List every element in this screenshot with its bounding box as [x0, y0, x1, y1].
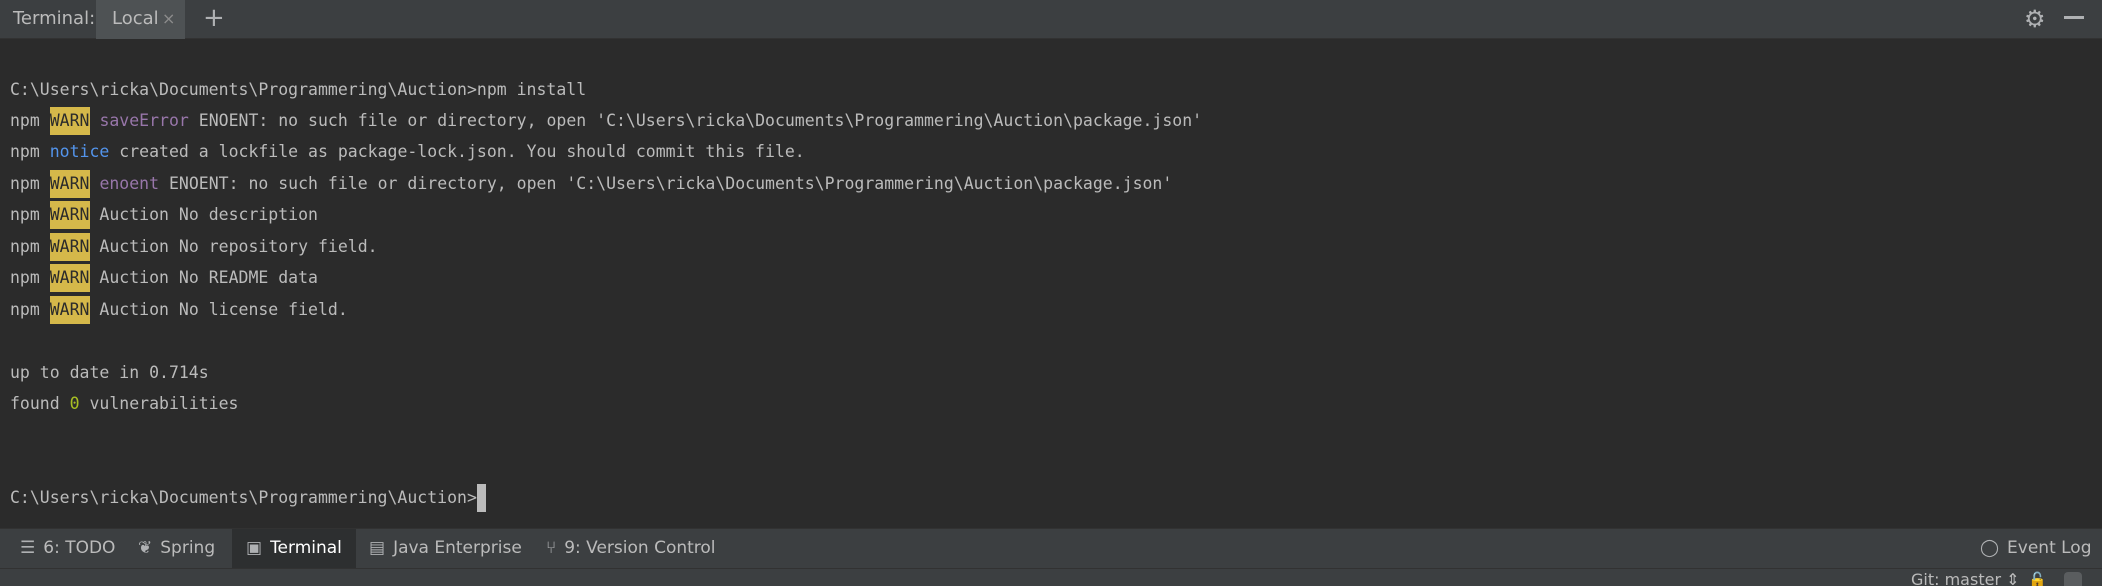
output-line: npm WARN Auction No repository field. [10, 233, 378, 261]
output-line: up to date in 0.714s [10, 363, 209, 382]
minimize-icon[interactable] [2064, 16, 2084, 19]
list-icon: ☰ [20, 538, 36, 558]
warn-badge: WARN [49, 107, 90, 135]
terminal-output[interactable]: C:\Users\ricka\Documents\Programmering\A… [0, 40, 2086, 528]
tool-todo[interactable]: ☰ 6: TODO [20, 529, 115, 568]
warn-badge: WARN [49, 264, 90, 292]
status-bar: Git: master ⇕ 🔓 [0, 568, 2102, 586]
warn-badge: WARN [49, 201, 90, 229]
terminal-title: Terminal: [13, 8, 96, 29]
text-cursor [476, 484, 486, 512]
add-tab-icon[interactable]: + [203, 3, 225, 33]
output-line: npm WARN Auction No license field. [10, 296, 348, 324]
terminal-icon: ▣ [246, 538, 263, 558]
vcs-branch-icon: ⑂ [546, 538, 557, 558]
java-enterprise-icon: ▤ [369, 538, 386, 558]
memory-indicator-icon[interactable] [2064, 572, 2082, 586]
tool-version-control[interactable]: ⑂ 9: Version Control [546, 529, 716, 568]
output-line: npm notice created a lockfile as package… [10, 142, 805, 161]
lock-icon[interactable]: 🔓 [2028, 570, 2047, 586]
tool-event-log[interactable]: ◯ Event Log [1980, 529, 2092, 568]
tool-window-bar: ☰ 6: TODO ❦ Spring ▣ Terminal ▤ Java Enterpr… [0, 528, 2102, 568]
output-line: npm WARN saveError ENOENT: no such file … [10, 107, 1202, 135]
tab-local[interactable]: Local × [96, 0, 185, 39]
warn-badge: WARN [49, 170, 90, 198]
output-line: npm WARN enoent ENOENT: no such file or … [10, 170, 1172, 198]
gear-icon[interactable]: ⚙ [2024, 5, 2046, 33]
prompt-line[interactable]: C:\Users\ricka\Documents\Programmering\A… [10, 484, 486, 512]
warn-badge: WARN [49, 233, 90, 261]
git-branch-widget[interactable]: Git: master ⇕ [1911, 570, 2020, 586]
tab-local-label: Local [112, 8, 159, 29]
tool-spring[interactable]: ❦ Spring [138, 529, 215, 568]
tool-java-enterprise[interactable]: ▤ Java Enterprise [369, 529, 522, 568]
warn-badge: WARN [49, 296, 90, 324]
spring-leaf-icon: ❦ [138, 538, 153, 558]
close-icon[interactable]: × [162, 9, 175, 28]
output-line: found 0 vulnerabilities [10, 394, 239, 413]
command-line: C:\Users\ricka\Documents\Programmering\A… [10, 80, 587, 99]
tool-terminal[interactable]: ▣ Terminal [232, 529, 356, 568]
output-line: npm WARN Auction No README data [10, 264, 318, 292]
output-line: npm WARN Auction No description [10, 201, 318, 229]
event-log-icon: ◯ [1980, 538, 2000, 558]
terminal-header: Terminal: Local × + ⚙ [0, 0, 2102, 39]
